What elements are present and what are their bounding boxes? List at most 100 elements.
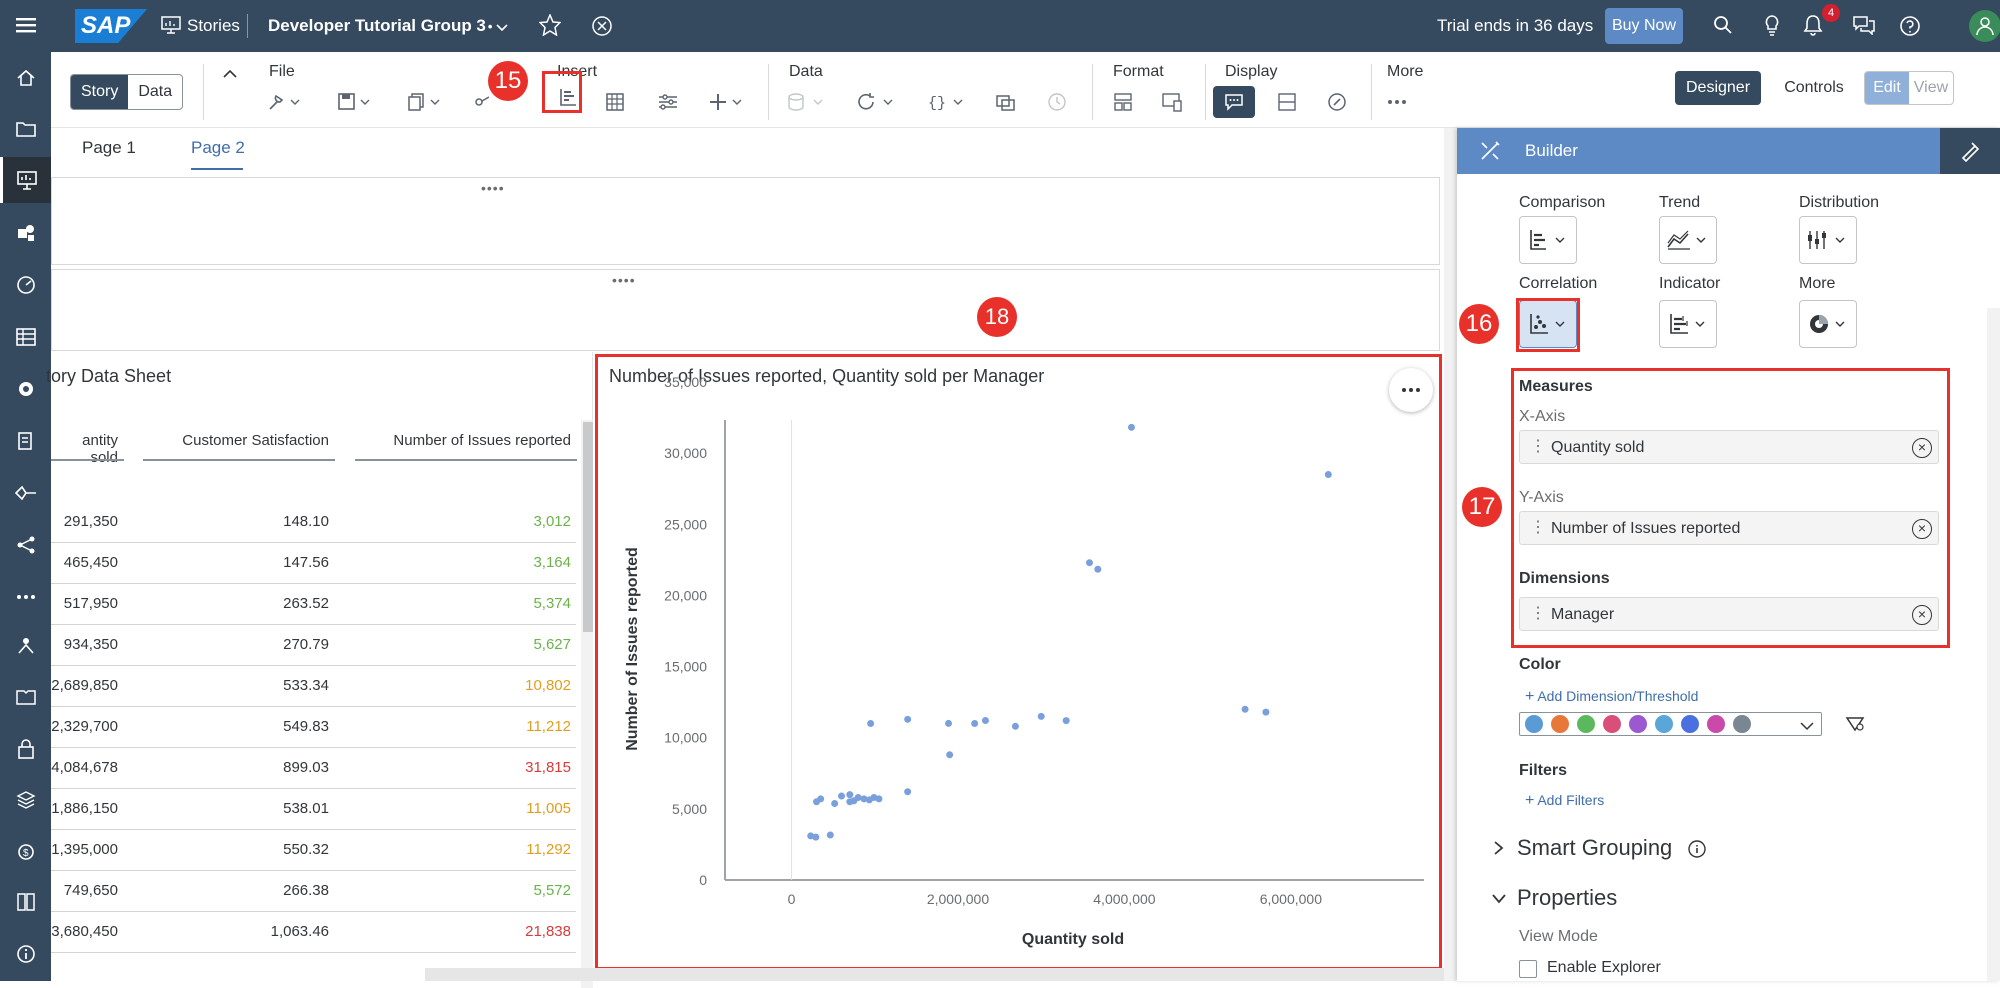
tab-page-1[interactable]: Page 1: [82, 138, 136, 158]
builder-scrollbar[interactable]: [1987, 308, 2000, 981]
info-icon[interactable]: [1687, 839, 1707, 864]
input-control-icon[interactable]: [657, 86, 679, 118]
designer-button[interactable]: Designer: [1675, 71, 1761, 105]
more-charts-button[interactable]: [1799, 300, 1857, 348]
drag-handle-icon[interactable]: ⋮: [1530, 606, 1546, 622]
finance-icon[interactable]: $: [0, 828, 51, 874]
view-mode-button[interactable]: View: [1909, 72, 1953, 104]
security-icon[interactable]: [0, 726, 51, 772]
chevron-down-icon[interactable]: [1800, 718, 1814, 736]
save-icon[interactable]: [337, 86, 371, 118]
more-apps-icon[interactable]: [0, 574, 51, 620]
calendar-icon[interactable]: [0, 622, 51, 668]
empty-panel-middle[interactable]: ••••: [51, 269, 1440, 351]
properties-section[interactable]: Properties: [1517, 885, 1617, 911]
digital-boardroom-icon[interactable]: [0, 262, 51, 308]
chevron-down-icon[interactable]: [1491, 892, 1507, 910]
enable-explorer-checkbox[interactable]: [1519, 960, 1537, 978]
linked-analysis-icon[interactable]: [995, 86, 1017, 118]
indicator-chart-button[interactable]: [1659, 300, 1717, 348]
transport-icon[interactable]: [0, 777, 51, 823]
drag-handle-icon[interactable]: ••••: [481, 180, 505, 196]
story-tab[interactable]: Story: [71, 75, 129, 109]
copy-icon[interactable]: [407, 86, 441, 118]
predictive-icon[interactable]: [0, 366, 51, 412]
favorite-star-icon[interactable]: [538, 13, 562, 41]
refresh-icon[interactable]: [857, 86, 897, 118]
connections-icon[interactable]: [0, 470, 51, 516]
palette-swatch: [1707, 715, 1725, 733]
drag-handle-icon[interactable]: ⋮: [1530, 439, 1546, 455]
sap-logo[interactable]: SAP: [75, 9, 147, 43]
buy-now-button[interactable]: Buy Now: [1605, 8, 1683, 44]
row-divider: [51, 829, 576, 830]
table-column-header[interactable]: Number of Issues reported: [343, 432, 571, 449]
close-story-icon[interactable]: [591, 15, 613, 42]
distribution-chart-button[interactable]: [1799, 216, 1857, 264]
y-axis-field[interactable]: ⋮ Number of Issues reported ×: [1519, 511, 1939, 545]
empty-panel-top[interactable]: ••••: [51, 177, 1440, 265]
performance-icon[interactable]: [1327, 86, 1347, 118]
drag-handle-icon[interactable]: ⋮: [1530, 520, 1546, 536]
formula-icon[interactable]: {}: [927, 86, 967, 118]
horizontal-scrollbar[interactable]: [425, 968, 1445, 981]
add-dimension-threshold-link[interactable]: + Add Dimension/Threshold: [1525, 688, 1698, 706]
remove-dimension-icon[interactable]: ×: [1912, 605, 1932, 625]
home-icon[interactable]: [0, 55, 51, 101]
analytic-application-icon[interactable]: [0, 210, 51, 256]
remove-x-axis-icon[interactable]: ×: [1912, 438, 1932, 458]
styling-icon[interactable]: [1113, 86, 1133, 118]
add-more-icon[interactable]: [709, 86, 743, 118]
edit-mode-button[interactable]: Edit: [1865, 72, 1909, 104]
table-column-header[interactable]: Customer Satisfaction: [131, 432, 329, 449]
table-cell: 538.01: [283, 800, 329, 817]
step-marker-17: 17: [1462, 487, 1502, 527]
tab-page-2[interactable]: Page 2: [191, 138, 245, 158]
learning-icon[interactable]: [0, 674, 51, 720]
table-cell: 465,450: [63, 554, 118, 571]
more-options-icon[interactable]: [1387, 86, 1409, 118]
drag-handle-icon[interactable]: ••••: [612, 272, 636, 288]
table-scrollbar[interactable]: [581, 420, 593, 988]
stories-icon[interactable]: [0, 157, 51, 203]
help-icon[interactable]: [1899, 15, 1921, 42]
modeler-icon[interactable]: [0, 314, 51, 360]
search-icon[interactable]: [1713, 15, 1733, 40]
device-preview-icon[interactable]: [1161, 86, 1183, 118]
table-cell: 31,815: [525, 759, 571, 776]
info-icon[interactable]: [0, 931, 51, 977]
menu-icon[interactable]: [0, 2, 51, 48]
tools-icon[interactable]: [267, 86, 301, 118]
remove-y-axis-icon[interactable]: ×: [1912, 519, 1932, 539]
notifications-bell-icon[interactable]: [1803, 14, 1823, 41]
share-icon[interactable]: [0, 522, 51, 568]
collaboration-icon[interactable]: [1853, 15, 1875, 40]
more-charts-label: More: [1799, 275, 1836, 292]
user-avatar[interactable]: [1969, 10, 2000, 42]
data-tab[interactable]: Data: [128, 75, 182, 109]
add-filters-link[interactable]: + Add Filters: [1525, 792, 1604, 810]
comments-toggle-icon[interactable]: [1213, 86, 1255, 118]
chevron-down-icon[interactable]: [496, 20, 508, 38]
collapse-toolbar-icon[interactable]: [223, 66, 237, 84]
chevron-right-icon[interactable]: [1493, 840, 1505, 861]
styling-panel-icon[interactable]: [1940, 128, 2000, 174]
canvas-vertical-scrollbar[interactable]: [1444, 128, 1457, 981]
trend-chart-button[interactable]: [1659, 216, 1717, 264]
story-title[interactable]: Developer Tutorial Group 3 •: [268, 0, 492, 52]
dimension-field[interactable]: ⋮ Manager ×: [1519, 597, 1939, 631]
comparison-chart-button[interactable]: [1519, 216, 1577, 264]
controls-button[interactable]: Controls: [1779, 71, 1849, 105]
table-icon[interactable]: [605, 86, 625, 118]
table-cell: 4,084,678: [51, 759, 118, 776]
grid-view-icon[interactable]: [1277, 86, 1297, 118]
folder-icon[interactable]: [0, 106, 51, 152]
lightbulb-icon[interactable]: [1763, 14, 1781, 41]
data-action-icon[interactable]: [0, 418, 51, 464]
stories-link[interactable]: Stories: [187, 0, 240, 52]
share-toolbar-icon[interactable]: [475, 86, 489, 118]
palette-settings-icon[interactable]: [1845, 714, 1865, 737]
catalog-icon[interactable]: [0, 879, 51, 925]
x-axis-field[interactable]: ⋮ Quantity sold ×: [1519, 430, 1939, 464]
smart-grouping-section[interactable]: Smart Grouping: [1517, 835, 1672, 861]
